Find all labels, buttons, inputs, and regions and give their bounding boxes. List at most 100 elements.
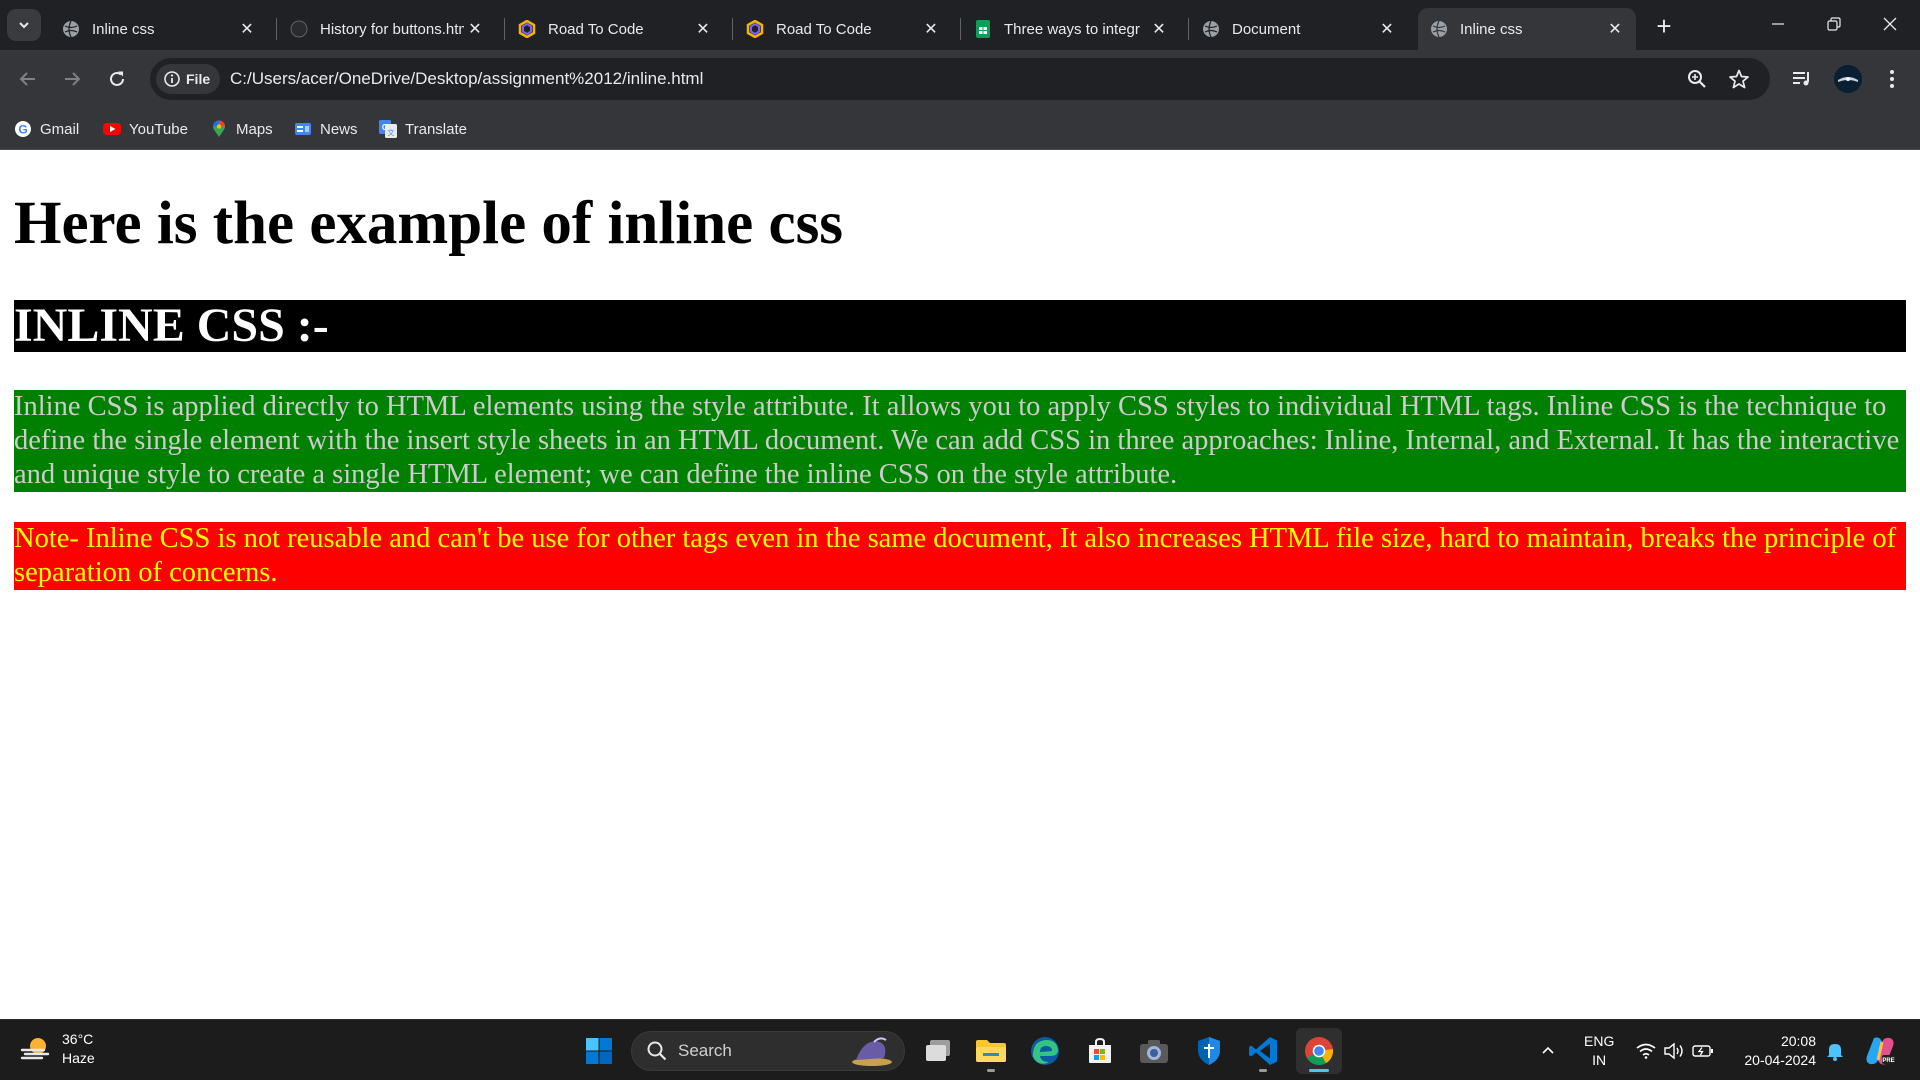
volume-icon	[1664, 1042, 1683, 1059]
clock[interactable]: 20:08 20-04-2024	[1736, 1020, 1816, 1080]
globe-icon	[1430, 20, 1448, 38]
tab-title: Road To Code	[776, 20, 872, 38]
address-bar[interactable]: File C:/Users/acer/OneDrive/Desktop/assi…	[150, 58, 1770, 100]
start-button[interactable]	[576, 1028, 622, 1074]
tab-inline-css[interactable]: Inline css ✕	[50, 8, 268, 50]
vscode-app[interactable]	[1240, 1028, 1286, 1074]
bookmarks-bar: G Gmail YouTube Maps News G文 Translate	[0, 108, 1920, 150]
bell-icon	[1827, 1043, 1843, 1061]
inline-css-paragraph: Inline CSS is applied directly to HTML e…	[14, 390, 1906, 492]
tab-title: Inline css	[1460, 20, 1523, 38]
bookmark-gmail[interactable]: G Gmail	[14, 117, 79, 141]
chrome-icon	[1305, 1037, 1334, 1065]
store-icon	[1089, 1037, 1111, 1063]
language-indicator[interactable]: ENG IN	[1584, 1020, 1614, 1080]
site-info-chip[interactable]: File	[156, 64, 221, 94]
defender-app[interactable]	[1186, 1028, 1232, 1074]
info-icon	[164, 71, 180, 87]
running-indicator	[1259, 1069, 1267, 1072]
chrome-menu-button[interactable]	[1878, 65, 1906, 93]
restore-button[interactable]	[1806, 0, 1862, 48]
translate-icon: G文	[379, 120, 397, 138]
bookmark-label: Gmail	[40, 120, 80, 138]
tab-history-buttons[interactable]: History for buttons.html ✕	[278, 8, 496, 50]
search-highlight-icon	[852, 1037, 892, 1066]
language-region: IN	[1592, 1051, 1607, 1068]
notifications-button[interactable]	[1826, 1020, 1844, 1080]
zoom-button[interactable]	[1686, 68, 1708, 90]
taskbar-search[interactable]: Search	[631, 1031, 905, 1071]
github-icon	[290, 20, 308, 38]
clock-time: 20:08	[1780, 1032, 1816, 1049]
svg-text:G: G	[18, 123, 27, 137]
copilot-button[interactable]: PRE	[1864, 1020, 1896, 1080]
active-indicator	[1309, 1069, 1329, 1072]
chevron-down-icon	[19, 22, 29, 29]
network-volume-battery[interactable]	[1636, 1020, 1714, 1080]
close-tab-icon[interactable]: ✕	[920, 18, 942, 40]
bookmark-maps[interactable]: Maps	[210, 117, 273, 141]
bookmark-news[interactable]: News	[294, 117, 358, 141]
tab-road-to-code[interactable]: Road To Code ✕	[506, 8, 724, 50]
minimize-button[interactable]	[1750, 0, 1806, 48]
wifi-icon	[1636, 1043, 1656, 1059]
playlist-icon	[1793, 72, 1809, 86]
close-tab-icon[interactable]: ✕	[1604, 18, 1626, 40]
minimize-icon	[1772, 23, 1784, 25]
close-tab-icon[interactable]: ✕	[1148, 18, 1170, 40]
inline-css-subheading: INLINE CSS :-	[14, 300, 1906, 352]
search-placeholder: Search	[678, 1041, 732, 1060]
back-button[interactable]	[12, 63, 44, 95]
tab-three-ways[interactable]: Three ways to integr ✕	[962, 8, 1180, 50]
close-tab-icon[interactable]: ✕	[236, 18, 258, 40]
show-hidden-icons-button[interactable]	[1540, 1020, 1556, 1080]
camera-app[interactable]	[1131, 1028, 1177, 1074]
bookmark-star-button[interactable]	[1728, 68, 1750, 90]
news-icon	[294, 120, 312, 138]
tab-document[interactable]: Document ✕	[1190, 8, 1408, 50]
svg-text:PRE: PRE	[1882, 1058, 1894, 1064]
weather-widget[interactable]: 36°C Haze	[20, 1030, 95, 1068]
tab-title: History for buttons.html	[320, 20, 464, 38]
edge-icon	[1031, 1037, 1059, 1065]
google-icon: G	[14, 120, 32, 138]
tab-road-to-code-2[interactable]: Road To Code ✕	[734, 8, 952, 50]
tab-search-button[interactable]	[7, 9, 41, 41]
close-tab-icon[interactable]: ✕	[1376, 18, 1398, 40]
microsoft-store-app[interactable]	[1077, 1028, 1123, 1074]
more-vertical-icon	[1890, 70, 1894, 88]
file-explorer-app[interactable]	[968, 1028, 1014, 1074]
haze-sun-icon	[20, 1038, 50, 1060]
copilot-icon: PRE	[1866, 1037, 1895, 1064]
tab-divider	[960, 18, 961, 40]
edge-app[interactable]	[1022, 1028, 1068, 1074]
tab-title: Document	[1232, 20, 1301, 38]
sheets-icon	[974, 20, 992, 38]
folder-icon	[976, 1040, 1006, 1062]
browser-toolbar: File C:/Users/acer/OneDrive/Desktop/assi…	[0, 50, 1920, 108]
media-controls-button[interactable]	[1788, 65, 1816, 93]
tab-divider	[1188, 18, 1189, 40]
close-icon	[1883, 17, 1897, 31]
new-tab-button[interactable]: +	[1650, 11, 1678, 41]
url-text[interactable]: C:/Users/acer/OneDrive/Desktop/assignmen…	[230, 69, 703, 89]
forward-button[interactable]	[56, 63, 88, 95]
page-heading: Here is the example of inline css	[14, 190, 844, 257]
camera-icon	[1140, 1040, 1168, 1063]
tab-title: Three ways to integr	[1004, 20, 1140, 38]
close-tab-icon[interactable]: ✕	[464, 18, 486, 40]
task-view-button[interactable]	[915, 1028, 961, 1074]
close-tab-icon[interactable]: ✕	[692, 18, 714, 40]
svg-text:文: 文	[388, 128, 395, 137]
profile-avatar[interactable]	[1834, 65, 1862, 93]
tab-inline-css-active[interactable]: Inline css ✕	[1418, 8, 1636, 50]
bookmark-translate[interactable]: G文 Translate	[379, 117, 467, 141]
chrome-app[interactable]	[1296, 1028, 1342, 1074]
web-page: Here is the example of inline css INLINE…	[0, 151, 1920, 1019]
weather-condition: Haze	[62, 1050, 95, 1066]
bookmark-youtube[interactable]: YouTube	[103, 117, 188, 141]
close-window-button[interactable]	[1862, 0, 1918, 48]
reload-button[interactable]	[101, 63, 133, 95]
clock-date: 20-04-2024	[1744, 1051, 1816, 1068]
avatar-icon	[1834, 65, 1862, 93]
